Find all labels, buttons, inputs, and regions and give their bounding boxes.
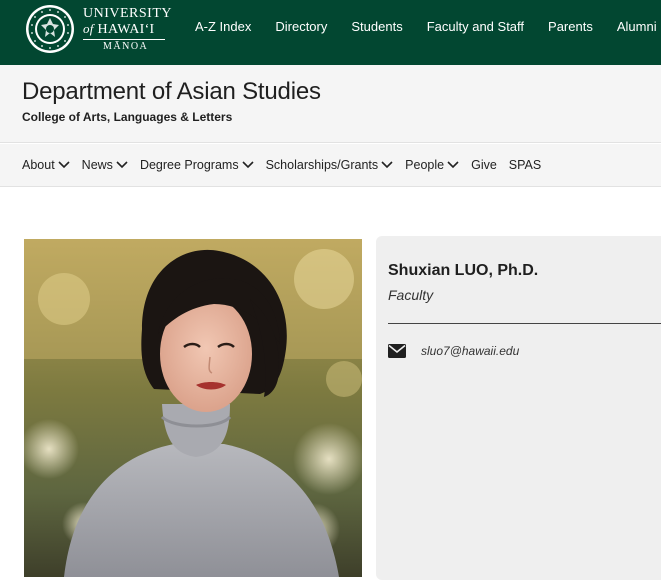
chevron-down-icon: [447, 161, 459, 169]
menu-about[interactable]: About: [22, 158, 70, 172]
nav-link-directory[interactable]: Directory: [275, 19, 327, 34]
global-header: UNIVERSITY of HAWAI‘I MĀNOA A-Z Index Di…: [0, 0, 661, 65]
profile-email-link[interactable]: sluo7@hawaii.edu: [421, 344, 519, 358]
college-name[interactable]: College of Arts, Languages & Letters: [22, 110, 232, 124]
wordmark-line1: UNIVERSITY: [83, 6, 172, 21]
nav-link-parents[interactable]: Parents: [548, 19, 593, 34]
nav-link-students[interactable]: Students: [351, 19, 402, 34]
chevron-down-icon: [116, 161, 128, 169]
nav-link-faculty-and-staff[interactable]: Faculty and Staff: [427, 19, 524, 34]
envelope-icon: [388, 344, 406, 358]
wordmark-line3: MĀNOA: [103, 41, 149, 52]
profile-role: Faculty: [388, 287, 434, 303]
menu-spas[interactable]: SPAS: [509, 158, 541, 172]
nav-link-a-z-index[interactable]: A-Z Index: [195, 19, 251, 34]
profile-photo: [24, 239, 362, 577]
wordmark-name: HAWAI‘I: [97, 22, 155, 37]
profile-name: Shuxian LUO, Ph.D.: [388, 262, 539, 279]
menu-people-label: People: [405, 158, 445, 172]
menu-spas-label: SPAS: [508, 158, 542, 172]
menu-scholarships-grants[interactable]: Scholarships/Grants: [266, 158, 394, 172]
global-nav: A-Z Index Directory Students Faculty and…: [195, 0, 661, 53]
profile-card: Shuxian LUO, Ph.D. Faculty sluo7@hawaii.…: [376, 236, 661, 580]
menu-news[interactable]: News: [82, 158, 128, 172]
wordmark-of: of: [83, 21, 94, 36]
menu-scholarships-grants-label: Scholarships/Grants: [265, 158, 379, 172]
menu-degree-programs-label: Degree Programs: [139, 158, 239, 172]
department-title[interactable]: Department of Asian Studies: [22, 78, 321, 106]
nav-link-alumni[interactable]: Alumni: [617, 19, 657, 34]
wordmark-rule: [83, 39, 165, 40]
university-seal-icon: [26, 5, 74, 53]
card-divider: [388, 323, 661, 324]
university-wordmark: UNIVERSITY of HAWAI‘I MĀNOA: [83, 7, 172, 52]
department-header: Department of Asian Studies College of A…: [0, 65, 661, 143]
chevron-down-icon: [381, 161, 393, 169]
department-nav: About News Degree Programs Scholarships/…: [0, 144, 661, 187]
wordmark-line2: of HAWAI‘I: [83, 22, 172, 37]
portrait-illustration: [24, 239, 362, 577]
menu-give-label: Give: [471, 158, 497, 172]
menu-degree-programs[interactable]: Degree Programs: [140, 158, 254, 172]
menu-people[interactable]: People: [405, 158, 459, 172]
university-logo[interactable]: UNIVERSITY of HAWAI‘I MĀNOA: [25, 4, 175, 54]
menu-about-label: About: [22, 158, 55, 172]
chevron-down-icon: [58, 161, 70, 169]
chevron-down-icon: [242, 161, 254, 169]
menu-news-label: News: [81, 158, 113, 172]
menu-give[interactable]: Give: [471, 158, 497, 172]
